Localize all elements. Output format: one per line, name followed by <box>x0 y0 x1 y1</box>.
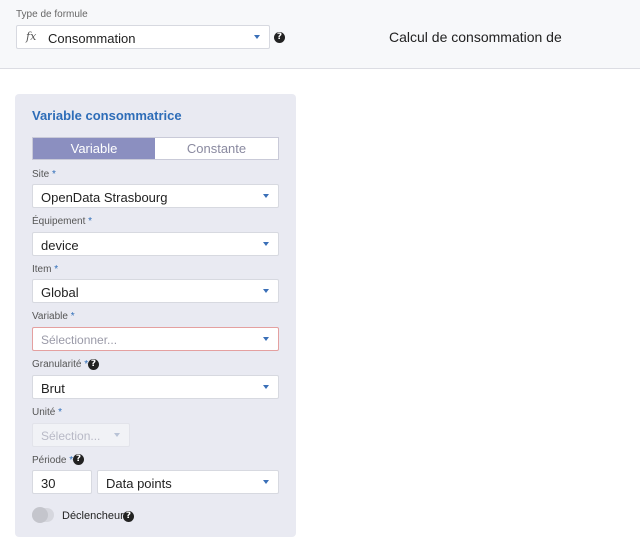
formula-header: Type de formule fx Consommation ? Calcul… <box>0 0 640 69</box>
item-select[interactable]: Global <box>32 279 279 303</box>
variable-label: Variable * <box>32 311 75 322</box>
variable-placeholder: Sélectionner... <box>41 333 118 347</box>
trigger-label: Déclencheur <box>62 510 124 522</box>
site-label: Site * <box>32 169 56 180</box>
panel-title: Variable consommatrice <box>32 108 182 123</box>
variable-type-toggle: Variable Constante <box>32 137 279 160</box>
help-icon[interactable]: ? <box>88 359 99 370</box>
formula-type-select[interactable]: fx Consommation <box>16 25 270 49</box>
help-icon[interactable]: ? <box>274 32 285 43</box>
periode-number-value: 30 <box>41 476 56 491</box>
unite-placeholder: Sélection... <box>41 429 101 443</box>
chevron-down-icon <box>263 194 269 198</box>
chevron-down-icon <box>254 35 260 39</box>
formula-type-value: Consommation <box>48 31 136 46</box>
chevron-down-icon <box>263 480 269 484</box>
tab-variable[interactable]: Variable <box>33 138 155 159</box>
periode-unit-value: Data points <box>106 476 172 491</box>
site-select[interactable]: OpenData Strasbourg <box>32 184 279 208</box>
tab-constante[interactable]: Constante <box>155 138 278 159</box>
help-icon[interactable]: ? <box>123 511 134 522</box>
item-value: Global <box>41 285 79 300</box>
equipement-select[interactable]: device <box>32 232 279 256</box>
chevron-down-icon <box>263 242 269 246</box>
unite-label: Unité * <box>32 407 63 418</box>
consumer-variable-panel: Variable consommatrice Variable Constant… <box>15 94 296 537</box>
granularite-select[interactable]: Brut <box>32 375 279 399</box>
function-icon: fx <box>26 30 37 43</box>
site-value: OpenData Strasbourg <box>41 190 168 205</box>
chevron-down-icon <box>263 337 269 341</box>
unite-select: Sélection... <box>32 423 130 447</box>
variable-select[interactable]: Sélectionner... <box>32 327 279 351</box>
equipement-value: device <box>41 238 79 253</box>
item-label: Item * <box>32 264 59 275</box>
periode-number-input[interactable]: 30 <box>32 470 92 494</box>
chevron-down-icon <box>114 433 120 437</box>
chevron-down-icon <box>263 289 269 293</box>
calculation-title: Calcul de consommation de <box>389 29 562 45</box>
periode-unit-select[interactable]: Data points <box>97 470 279 494</box>
formula-type-label: Type de formule <box>16 9 88 20</box>
help-icon[interactable]: ? <box>73 454 84 465</box>
periode-label: Période * <box>32 455 74 466</box>
chevron-down-icon <box>263 385 269 389</box>
trigger-toggle[interactable] <box>32 507 54 523</box>
equipement-label: Équipement * <box>32 216 93 227</box>
granularite-label: Granularité * <box>32 359 89 370</box>
granularite-value: Brut <box>41 381 65 396</box>
toggle-knob <box>32 507 48 523</box>
